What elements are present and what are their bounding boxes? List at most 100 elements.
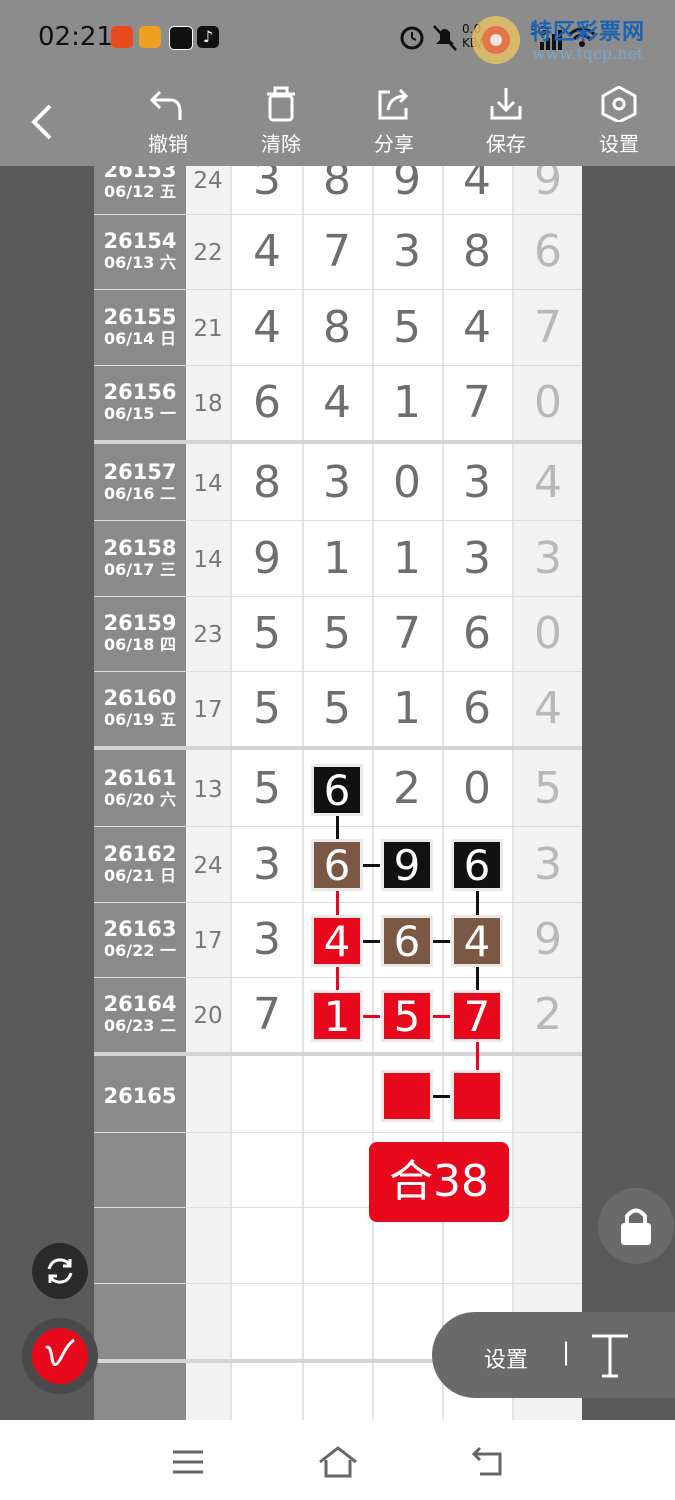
sum-cell: 20 bbox=[193, 1003, 223, 1029]
issue-cell: 26156 06/15 一 bbox=[103, 380, 177, 423]
sum-cell: 14 bbox=[193, 547, 223, 573]
menu-icon[interactable] bbox=[171, 1448, 205, 1476]
digit-cell: 0 bbox=[393, 457, 421, 508]
pen-button[interactable] bbox=[22, 1318, 98, 1394]
connector-line bbox=[476, 964, 479, 994]
digit-cell: 4 bbox=[463, 302, 491, 353]
digit-cell: 3 bbox=[463, 457, 491, 508]
marked-digit-box[interactable]: 9 bbox=[384, 842, 430, 890]
pen-stroke-icon bbox=[44, 1338, 75, 1366]
row-line bbox=[94, 1132, 582, 1133]
watermark-url: www.tqcp.net bbox=[532, 44, 644, 63]
connector-line bbox=[476, 888, 479, 918]
undo-button[interactable]: 撤销 bbox=[133, 86, 203, 157]
home-icon[interactable] bbox=[318, 1446, 358, 1478]
app-notification-icon-1 bbox=[111, 26, 133, 48]
digit-cell: 3 bbox=[463, 533, 491, 584]
digit-cell: 7 bbox=[463, 377, 491, 428]
tail-cell: 3 bbox=[534, 839, 562, 890]
issue-cell: 26161 06/20 六 bbox=[103, 766, 177, 809]
marked-digit-box[interactable]: 4 bbox=[314, 918, 360, 966]
row-line bbox=[94, 365, 582, 366]
row-line bbox=[94, 1283, 582, 1284]
sum-cell: 23 bbox=[193, 622, 223, 648]
sum-badge[interactable]: 合38 bbox=[369, 1142, 509, 1222]
digit-cell: 2 bbox=[393, 763, 421, 814]
group-separator bbox=[94, 746, 582, 750]
sum-cell: 22 bbox=[193, 240, 223, 266]
toolbar: 撤销 清除 分享 保存 设置 bbox=[0, 78, 675, 166]
text-tool-panel: 设置 | bbox=[432, 1312, 675, 1398]
back-arrow-icon[interactable] bbox=[28, 100, 58, 144]
marked-digit-box[interactable]: 4 bbox=[454, 918, 500, 966]
digit-cell: 6 bbox=[463, 683, 491, 734]
row-line bbox=[94, 596, 582, 597]
row-line bbox=[94, 520, 582, 521]
marked-digit-box[interactable]: 6 bbox=[384, 918, 430, 966]
tail-cell: 2 bbox=[534, 989, 562, 1040]
digit-cell: 6 bbox=[463, 608, 491, 659]
lock-button[interactable] bbox=[598, 1188, 674, 1264]
tail-cell: 3 bbox=[534, 533, 562, 584]
back-nav-icon[interactable] bbox=[470, 1446, 506, 1478]
refresh-button[interactable] bbox=[32, 1243, 88, 1299]
digit-cell: 6 bbox=[253, 377, 281, 428]
trend-chart-grid[interactable]: 26153 06/12 五 24 3 8 9 4 9 26154 06/13 六 2… bbox=[94, 166, 582, 1420]
digit-cell: 5 bbox=[253, 683, 281, 734]
tail-cell: 0 bbox=[534, 377, 562, 428]
digit-cell: 4 bbox=[253, 226, 281, 277]
marked-digit-box[interactable]: 1 bbox=[314, 993, 360, 1041]
settings-button[interactable]: 设置 bbox=[584, 85, 654, 157]
tail-cell: 9 bbox=[534, 914, 562, 965]
watermark-name: 特区彩票网 bbox=[530, 20, 646, 45]
tail-cell: 7 bbox=[534, 302, 562, 353]
tail-cell: 6 bbox=[534, 226, 562, 277]
share-button[interactable]: 分享 bbox=[359, 86, 429, 157]
refresh-icon bbox=[47, 1258, 73, 1284]
sum-cell: 17 bbox=[193, 697, 223, 723]
issue-cell: 26155 06/14 日 bbox=[103, 305, 177, 348]
digit-cell: 9 bbox=[253, 533, 281, 584]
digit-cell: 7 bbox=[393, 608, 421, 659]
digit-cell: 8 bbox=[463, 226, 491, 277]
marked-digit-box[interactable]: 6 bbox=[454, 842, 500, 890]
group-separator bbox=[94, 440, 582, 444]
issue-cell: 26162 06/21 日 bbox=[103, 842, 177, 885]
digit-cell: 1 bbox=[393, 683, 421, 734]
issue-cell: 26159 06/18 四 bbox=[103, 611, 177, 654]
group-separator bbox=[94, 1052, 582, 1056]
marked-digit-box[interactable]: 6 bbox=[314, 767, 360, 815]
digit-cell: 5 bbox=[393, 302, 421, 353]
issue-cell: 26158 06/17 三 bbox=[103, 536, 177, 579]
mute-icon bbox=[433, 25, 457, 51]
connector-line bbox=[430, 1095, 450, 1098]
issue-cell: 26160 06/19 五 bbox=[103, 686, 177, 729]
digit-cell: 9 bbox=[393, 166, 421, 205]
issue-cell: 26163 06/22 一 bbox=[103, 917, 177, 960]
alarm-icon bbox=[400, 26, 424, 50]
prediction-box[interactable] bbox=[384, 1073, 430, 1119]
tail-cell: 0 bbox=[534, 608, 562, 659]
sum-cell: 21 bbox=[193, 316, 223, 342]
digit-cell: 8 bbox=[323, 166, 351, 205]
sum-cell: 14 bbox=[193, 471, 223, 497]
digit-cell: 1 bbox=[393, 377, 421, 428]
panel-settings-button[interactable]: 设置 bbox=[484, 1342, 528, 1374]
text-tool-icon[interactable] bbox=[588, 1332, 632, 1380]
sum-cell: 13 bbox=[193, 777, 223, 803]
digit-cell: 3 bbox=[253, 914, 281, 965]
issue-cell: 26153 06/12 五 bbox=[103, 166, 177, 201]
save-button[interactable]: 保存 bbox=[471, 86, 541, 157]
prediction-box[interactable] bbox=[454, 1073, 500, 1119]
issue-cell: 26164 06/23 二 bbox=[103, 992, 177, 1035]
clear-button[interactable]: 清除 bbox=[246, 86, 316, 157]
connector-line bbox=[360, 940, 380, 943]
marked-digit-box[interactable]: 5 bbox=[384, 993, 430, 1041]
tail-cell: 4 bbox=[534, 457, 562, 508]
marked-digit-box[interactable]: 6 bbox=[314, 842, 360, 890]
marked-digit-box[interactable]: 7 bbox=[454, 993, 500, 1041]
watermark-logo bbox=[472, 16, 520, 64]
sum-cell: 24 bbox=[193, 853, 223, 879]
share-icon bbox=[378, 88, 409, 120]
trash-icon bbox=[267, 86, 295, 122]
